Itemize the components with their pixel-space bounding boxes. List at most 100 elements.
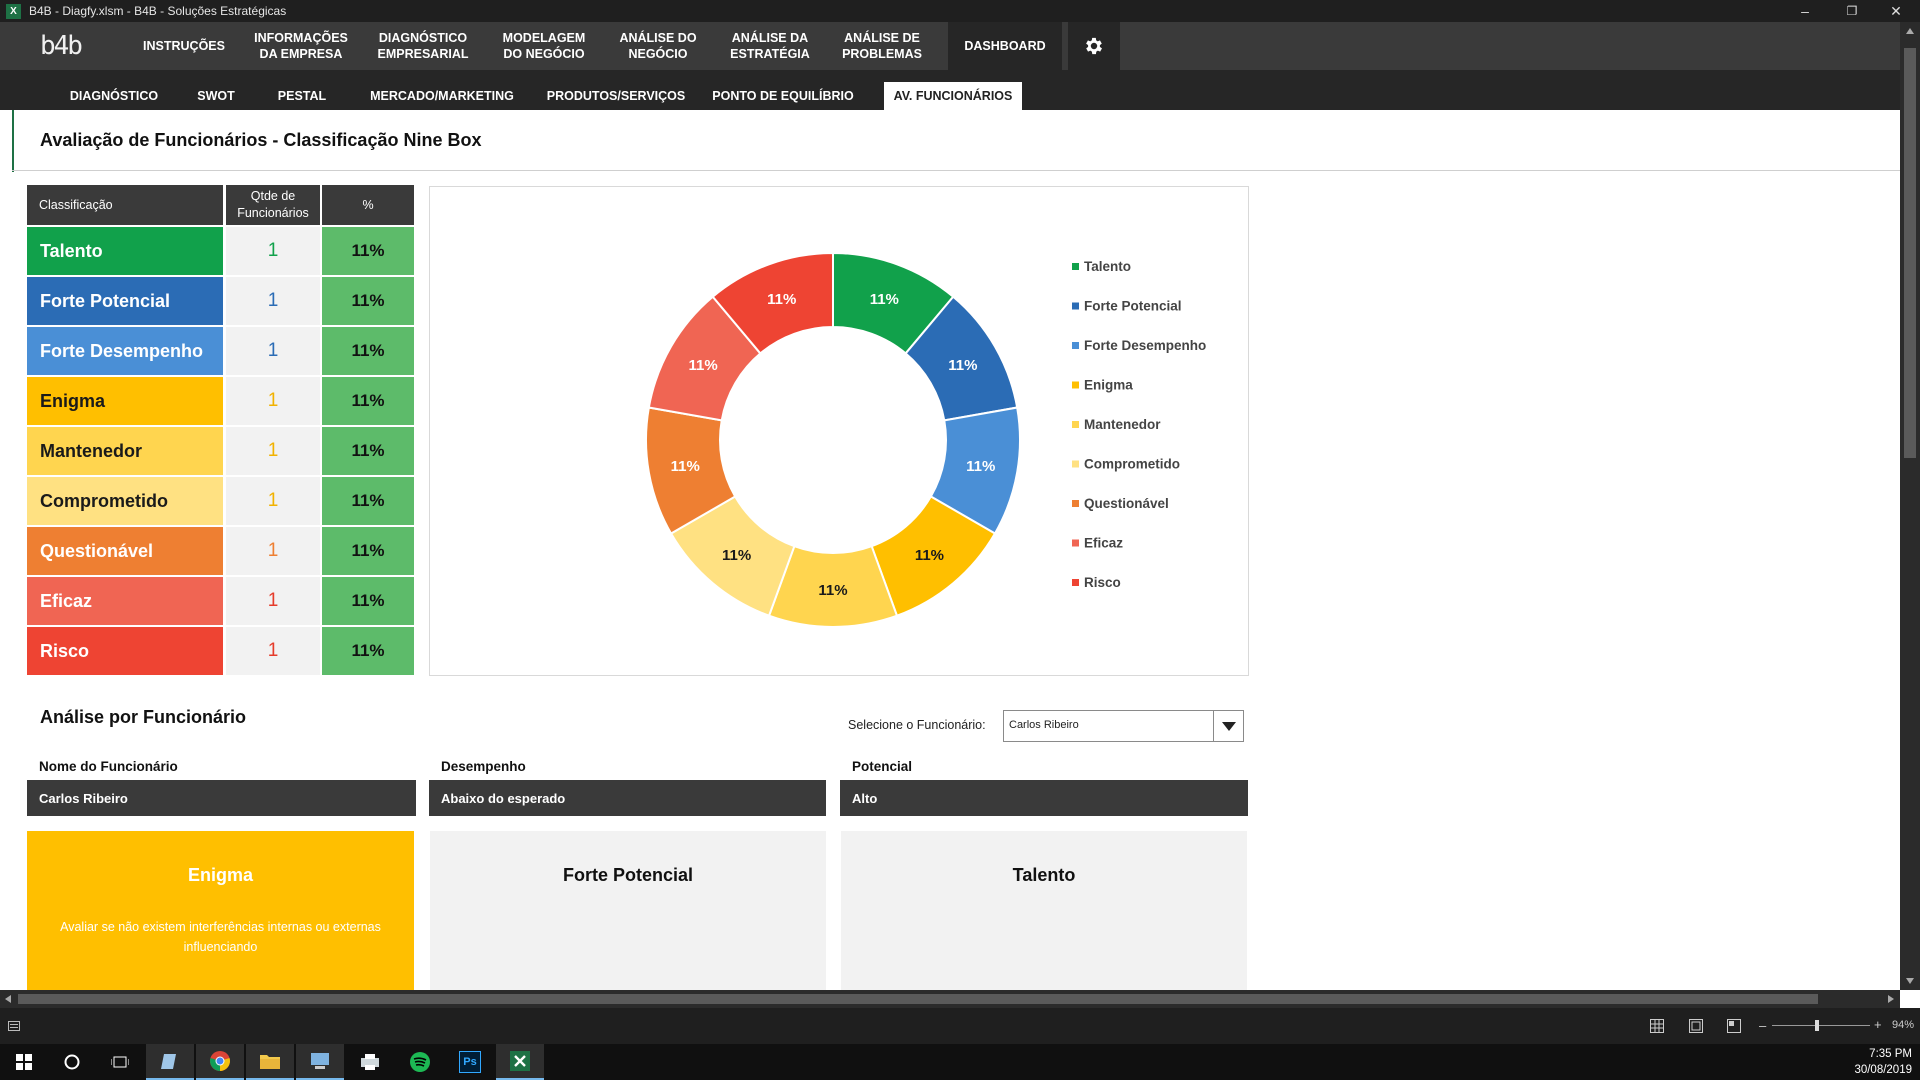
zoom-in-icon[interactable]: +: [1874, 1017, 1882, 1032]
tab-label: MERCADO/MARKETING: [370, 89, 514, 103]
page-layout-icon[interactable]: [1689, 1019, 1703, 1033]
excel-window: X B4B - Diagfy.xlsm - B4B - Soluções Est…: [0, 0, 1920, 1080]
window-title-bar: X B4B - Diagfy.xlsm - B4B - Soluções Est…: [0, 0, 1920, 22]
status-bar: – + 94%: [0, 1008, 1920, 1044]
chevron-down-icon: [1221, 721, 1236, 731]
nav-label: ANÁLISE DA ESTRATÉGIA: [730, 31, 810, 61]
nav-dashboard[interactable]: DASHBOARD: [948, 22, 1062, 70]
employee-name-label: Nome do Funcionário: [39, 759, 178, 774]
zoom-slider[interactable]: [1772, 1025, 1870, 1026]
minimize-icon[interactable]: –: [1785, 0, 1825, 22]
header-percent: %: [322, 185, 414, 225]
nav-analise-problemas[interactable]: ANÁLISE DE PROBLEMAS: [834, 22, 930, 70]
tab-mercado-marketing[interactable]: MERCADO/MARKETING: [364, 82, 520, 110]
scroll-right-icon[interactable]: [1888, 995, 1894, 1003]
data-label: 11%: [722, 547, 751, 564]
tab-av-funcionarios[interactable]: AV. FUNCIONÁRIOS: [884, 82, 1022, 110]
nav-diagnostico-empresarial[interactable]: DIAGNÓSTICO EMPRESARIAL: [370, 22, 476, 70]
quantity-cell: 1: [226, 427, 320, 475]
spotify-app-icon[interactable]: [396, 1044, 444, 1080]
normal-view-icon[interactable]: [1650, 1019, 1664, 1033]
restore-icon[interactable]: ❐: [1832, 0, 1872, 22]
tab-ponto-equilibrio[interactable]: PONTO DE EQUILÍBRIO: [710, 82, 856, 110]
main-nav: b4b INSTRUÇÕES INFORMAÇÕES DA EMPRESA DI…: [0, 22, 1900, 70]
employee-select[interactable]: Carlos Ribeiro: [1003, 710, 1244, 742]
employee-select-value: Carlos Ribeiro: [1009, 719, 1079, 731]
employee-name-value: Carlos Ribeiro: [27, 780, 416, 816]
potential-value: Alto: [840, 780, 1248, 816]
tab-produtos-servicos[interactable]: PRODUTOS/SERVIÇOS: [546, 82, 686, 110]
percent-cell: 11%: [322, 477, 414, 525]
windows-logo-icon: [16, 1054, 32, 1070]
classification-cell: Enigma: [27, 377, 223, 425]
page-break-icon[interactable]: [1727, 1019, 1741, 1033]
spotify-icon: [410, 1052, 430, 1072]
task-view-icon[interactable]: [96, 1044, 144, 1080]
chrome-icon: [210, 1051, 230, 1071]
cortana-icon: [64, 1054, 80, 1070]
notes-app-icon[interactable]: [146, 1044, 194, 1080]
zoom-out-icon[interactable]: –: [1759, 1018, 1766, 1033]
clock-time: 7:35 PM: [1869, 1048, 1912, 1060]
folder-app-icon[interactable]: [246, 1044, 294, 1080]
tab-label: SWOT: [197, 89, 235, 103]
card-title: Talento: [1012, 865, 1076, 885]
macro-record-icon[interactable]: [8, 1021, 20, 1031]
potential-label: Potencial: [852, 759, 913, 774]
classification-cell: Questionável: [27, 527, 223, 575]
horizontal-scrollbar[interactable]: [0, 990, 1900, 1008]
computer-app-icon[interactable]: [296, 1044, 344, 1080]
search-circle-icon[interactable]: [48, 1044, 96, 1080]
percent-cell: 11%: [322, 327, 414, 375]
chrome-app-icon[interactable]: [196, 1044, 244, 1080]
legend-swatch: [1072, 381, 1079, 389]
percent-cell: 11%: [322, 377, 414, 425]
nine-box-card-forte-potencial: Forte Potencial: [430, 831, 826, 990]
nav-label: ANÁLISE DO NEGÓCIO: [619, 31, 697, 61]
vertical-scrollbar[interactable]: [1900, 22, 1920, 990]
select-employee-label: Selecione o Funcionário:: [848, 718, 986, 732]
zoom-level[interactable]: 94%: [1892, 1019, 1914, 1031]
classification-cell: Mantenedor: [27, 427, 223, 475]
printer-app-icon[interactable]: [346, 1044, 394, 1080]
tab-swot[interactable]: SWOT: [188, 82, 244, 110]
card-title: Enigma: [187, 865, 253, 885]
legend-label: Risco: [1084, 575, 1121, 590]
close-icon[interactable]: ✕: [1876, 0, 1916, 22]
tab-pestal[interactable]: PESTAL: [272, 82, 332, 110]
scroll-left-icon[interactable]: [5, 995, 11, 1003]
nine-box-card-talento: Talento: [841, 831, 1247, 990]
nav-analise-negocio[interactable]: ANÁLISE DO NEGÓCIO: [612, 22, 704, 70]
scroll-down-icon[interactable]: [1906, 978, 1914, 984]
quantity-cell: 1: [226, 477, 320, 525]
horizontal-scroll-thumb[interactable]: [18, 994, 1818, 1004]
system-clock[interactable]: 7:35 PM 30/08/2019: [1812, 1046, 1912, 1078]
tab-label: PRODUTOS/SERVIÇOS: [546, 89, 686, 103]
computer-icon: [311, 1053, 329, 1069]
legend-label: Forte Desempenho: [1084, 338, 1206, 353]
scroll-up-icon[interactable]: [1906, 28, 1914, 34]
vertical-scroll-thumb[interactable]: [1904, 48, 1916, 458]
nav-informacoes-empresa[interactable]: INFORMAÇÕES DA EMPRESA: [248, 22, 354, 70]
legend-swatch: [1072, 500, 1079, 507]
nav-label: MODELAGEM DO NEGÓCIO: [502, 31, 586, 61]
photoshop-app-icon[interactable]: Ps: [446, 1044, 494, 1080]
tab-diagnostico[interactable]: DIAGNÓSTICO: [60, 82, 168, 110]
task-view-glyph-icon: [111, 1056, 129, 1068]
data-label: 11%: [818, 582, 847, 599]
data-label: 11%: [966, 458, 995, 475]
donut-chart: 11% 11% 11% 11% 11% 11% 11% 11% 11% Talento Forte …: [645, 251, 1206, 629]
data-label: 11%: [671, 458, 700, 475]
zoom-slider-thumb[interactable]: [1815, 1020, 1819, 1031]
nav-modelagem-negocio[interactable]: MODELAGEM DO NEGÓCIO: [492, 22, 596, 70]
dropdown-button[interactable]: [1213, 711, 1243, 741]
excel-app-icon-taskbar[interactable]: [496, 1044, 544, 1080]
folder-icon: [260, 1055, 280, 1069]
quantity-cell: 1: [226, 377, 320, 425]
nav-analise-estrategia[interactable]: ANÁLISE DA ESTRATÉGIA: [724, 22, 816, 70]
windows-start-icon[interactable]: [0, 1044, 48, 1080]
classification-cell: Forte Desempenho: [27, 327, 223, 375]
nav-instrucoes[interactable]: INSTRUÇÕES: [140, 22, 228, 70]
legend-swatch: [1072, 421, 1079, 428]
settings-button[interactable]: [1068, 22, 1120, 70]
